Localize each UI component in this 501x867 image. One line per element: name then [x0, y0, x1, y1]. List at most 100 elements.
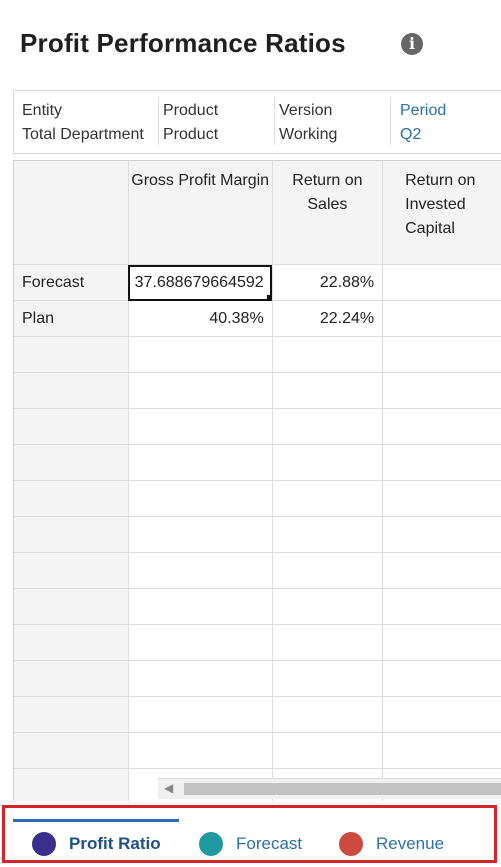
empty-cell: [382, 588, 501, 625]
empty-cell: [128, 336, 273, 373]
grid-header-row: Gross Profit Margin Return on Sales Retu…: [14, 161, 501, 265]
row-header: Forecast: [14, 264, 129, 301]
pov-bar: Entity Total Department Product Product …: [13, 90, 501, 154]
empty-cell: [128, 732, 273, 769]
empty-cell: [382, 624, 501, 661]
pov-value: Q2: [400, 126, 422, 143]
pov-label: Product: [163, 102, 219, 119]
grid-table: Gross Profit Margin Return on Sales Retu…: [14, 161, 501, 801]
grid-corner-cell: [14, 161, 129, 265]
empty-cell: [128, 516, 273, 553]
empty-cell: [382, 372, 501, 409]
empty-row-header: [14, 336, 129, 373]
empty-row: [14, 696, 501, 733]
pov-label: Entity: [22, 102, 63, 119]
empty-cell: [128, 444, 273, 481]
grid-cell[interactable]: 22.24%: [272, 300, 384, 337]
active-tab-indicator: [13, 819, 179, 822]
empty-row-header: [14, 516, 129, 553]
empty-row-header: [14, 372, 129, 409]
grid-cell[interactable]: [382, 300, 501, 337]
circle-icon: [199, 832, 223, 856]
empty-cell: [272, 696, 384, 733]
empty-row-header: [14, 624, 129, 661]
empty-cell: [128, 552, 273, 589]
page-title: Profit Performance Ratios: [20, 28, 346, 58]
empty-cell: [128, 624, 273, 661]
empty-cell: [128, 480, 273, 517]
pov-value: Total Department: [22, 126, 144, 143]
empty-row: [14, 732, 501, 769]
empty-row-header: [14, 408, 129, 445]
column-header[interactable]: Gross Profit Margin: [128, 161, 273, 265]
pov-value: Working: [279, 126, 338, 143]
empty-cell: [272, 444, 384, 481]
chevron-left-icon[interactable]: ◀: [164, 781, 173, 795]
empty-cell: [382, 516, 501, 553]
empty-cell: [382, 552, 501, 589]
empty-cell: [272, 624, 384, 661]
row-header: Plan: [14, 300, 129, 337]
horizontal-scrollbar[interactable]: ◀: [158, 778, 501, 799]
scrollbar-thumb[interactable]: [184, 783, 501, 795]
empty-row: [14, 336, 501, 373]
cell-value: 37.688679664592: [134, 273, 264, 291]
table-row: Forecast 37.688679664592 22.88%: [14, 264, 501, 301]
empty-row: [14, 660, 501, 697]
tab-forecast[interactable]: Forecast: [199, 826, 302, 862]
empty-cell: [128, 372, 273, 409]
tab-profit-ratio[interactable]: Profit Ratio: [32, 826, 161, 862]
empty-cell: [382, 732, 501, 769]
empty-row-header: [14, 768, 129, 801]
empty-cell: [128, 588, 273, 625]
pov-version[interactable]: Version Working: [279, 99, 337, 147]
info-icon[interactable]: i: [401, 33, 423, 55]
empty-row: [14, 408, 501, 445]
empty-row-header: [14, 660, 129, 697]
empty-row: [14, 444, 501, 481]
column-header[interactable]: Return on Sales: [272, 161, 384, 265]
empty-cell: [382, 336, 501, 373]
empty-cell: [382, 660, 501, 697]
empty-cell: [382, 696, 501, 733]
circle-icon: [339, 832, 363, 856]
tab-revenue[interactable]: Revenue: [339, 826, 444, 862]
fill-handle[interactable]: [266, 295, 272, 300]
pov-product[interactable]: Product Product: [163, 99, 218, 147]
empty-row: [14, 516, 501, 553]
grid-cell[interactable]: 40.38%: [128, 300, 273, 337]
empty-cell: [272, 408, 384, 445]
pov-label: Version: [279, 102, 333, 119]
empty-row: [14, 588, 501, 625]
grid-cell-selected[interactable]: 37.688679664592: [128, 264, 273, 301]
pov-period[interactable]: Period Q2: [400, 99, 446, 147]
empty-cell: [272, 732, 384, 769]
grid-cell[interactable]: 22.88%: [272, 264, 384, 301]
empty-row: [14, 480, 501, 517]
tab-label: Forecast: [236, 834, 303, 853]
empty-row: [14, 372, 501, 409]
empty-cell: [382, 480, 501, 517]
empty-cell: [272, 480, 384, 517]
empty-row: [14, 624, 501, 661]
empty-cell: [272, 516, 384, 553]
empty-cell: [272, 336, 384, 373]
pov-entity[interactable]: Entity Total Department: [22, 99, 144, 147]
empty-cell: [272, 588, 384, 625]
empty-cell: [272, 372, 384, 409]
circle-icon: [32, 832, 56, 856]
tab-label: Profit Ratio: [69, 834, 161, 853]
pov-label: Period: [400, 102, 447, 119]
column-header[interactable]: Return on Invested Capital: [382, 161, 501, 265]
empty-row-header: [14, 588, 129, 625]
empty-row-header: [14, 480, 129, 517]
empty-cell: [382, 444, 501, 481]
grid-cell[interactable]: [382, 264, 501, 301]
table-row: Plan 40.38% 22.24%: [14, 300, 501, 337]
empty-row-header: [14, 444, 129, 481]
divider: [274, 97, 275, 145]
empty-row-header: [14, 552, 129, 589]
divider: [158, 97, 159, 145]
bottom-tabs: Profit Ratio Forecast Revenue: [2, 805, 497, 863]
empty-cell: [128, 696, 273, 733]
